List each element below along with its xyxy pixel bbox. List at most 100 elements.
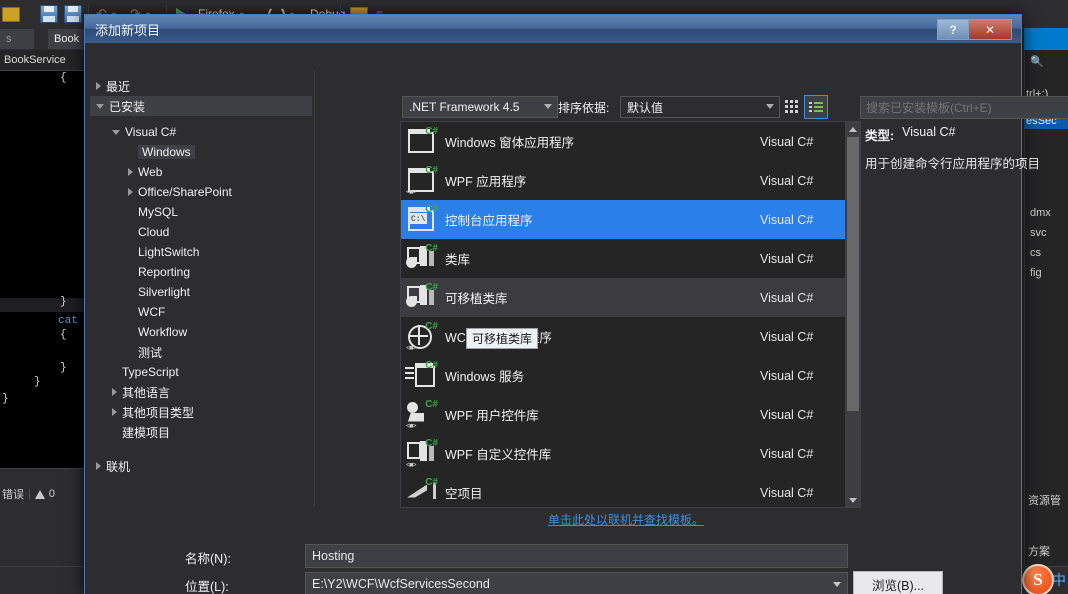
template-list[interactable]: C# Windows 窗体应用程序 Visual C# <■> C# WPF 应用程序 Vi…: [400, 121, 847, 508]
scroll-down-icon[interactable]: [846, 493, 860, 507]
sort-selector[interactable]: 默认值: [620, 96, 780, 118]
location-label: 位置(L):: [185, 580, 229, 594]
grid-view-icon[interactable]: [780, 95, 802, 117]
sort-value: 默认值: [627, 100, 664, 115]
template-list-scrollbar[interactable]: [845, 121, 861, 508]
template-row[interactable]: C# Windows 服务 Visual C#: [401, 356, 846, 395]
template-language: Visual C#: [760, 212, 814, 227]
chevron-right-icon[interactable]: [112, 388, 117, 396]
template-name: 空项目: [445, 487, 483, 501]
tree-item-label: Web: [138, 165, 163, 179]
project-location-input[interactable]: E:\Y2\WCF\WcfServicesSecond: [305, 572, 848, 594]
tree-item-2[interactable]: Visual C#: [90, 122, 312, 142]
chevron-down-icon[interactable]: [833, 582, 841, 587]
dialog-title-bar[interactable]: 添加新项目 ? ✕: [85, 15, 1021, 44]
dialog-body: 最近 已安装 Visual C# Windows Web Office/SharePoin…: [85, 43, 1068, 594]
template-row[interactable]: C# 类库 Visual C#: [401, 239, 846, 278]
tree-item-0[interactable]: 最近: [90, 76, 312, 96]
sort-label: 排序依据:: [558, 101, 610, 115]
tree-item-label: Cloud: [138, 225, 170, 239]
tree-item-7[interactable]: Cloud: [90, 222, 312, 242]
template-row[interactable]: C# 可移植类库 Visual C#: [401, 278, 846, 317]
tree-item-17[interactable]: 建模项目: [90, 422, 312, 442]
chevron-right-icon[interactable]: [96, 82, 101, 90]
search-box[interactable]: [860, 96, 1068, 119]
chevron-down-icon[interactable]: [96, 103, 104, 109]
chevron-right-icon[interactable]: [128, 188, 133, 196]
tree-item-label: 建模项目: [122, 425, 171, 440]
windows-service-icon: C#: [405, 360, 439, 392]
screen: ↶▾ ↷▾ Firefox▾ ▾ Debug▾ ≡ try { } cat { …: [0, 0, 1068, 594]
template-row[interactable]: C# 空项目 Visual C#: [401, 473, 846, 507]
ime-mode-indicator[interactable]: 中: [1052, 570, 1066, 590]
tree-item-10[interactable]: Silverlight: [90, 282, 312, 302]
solution-search-icon[interactable]: 🔍: [1030, 55, 1044, 68]
tree-item-12[interactable]: Workflow: [90, 322, 312, 342]
tree-item-14[interactable]: TypeScript: [90, 362, 312, 382]
tree-item-6[interactable]: MySQL: [90, 202, 312, 222]
tree-item-13[interactable]: 测试: [90, 342, 312, 362]
template-language: Visual C#: [760, 446, 814, 461]
save-icon[interactable]: [40, 0, 58, 28]
project-name-input[interactable]: Hosting: [305, 544, 848, 568]
chevron-down-icon[interactable]: [112, 129, 120, 135]
close-button[interactable]: ✕: [968, 19, 1012, 40]
add-new-project-dialog: 添加新项目 ? ✕ 最近 已安装 Visual C# Windows Web Office…: [84, 14, 1068, 594]
solution-explorer-header: [1024, 28, 1068, 50]
save-all-icon[interactable]: [64, 0, 82, 28]
code-token-brace5: }: [34, 376, 41, 388]
sogou-ime-icon[interactable]: S: [1022, 564, 1054, 594]
scrollbar-thumb[interactable]: [847, 137, 859, 411]
chevron-right-icon[interactable]: [96, 462, 101, 470]
template-name: WPF 应用程序: [445, 175, 527, 189]
chevron-right-icon[interactable]: [128, 168, 133, 176]
tree-item-label: Windows: [138, 145, 195, 159]
template-row[interactable]: C:\ C# 控制台应用程序 Visual C#: [401, 200, 846, 239]
browse-button[interactable]: 浏览(B)...: [853, 571, 943, 594]
template-language: Visual C#: [760, 134, 814, 149]
info-type-label: 类型:: [865, 129, 895, 143]
wpf-customcontrol-icon: <■> C#: [406, 437, 438, 469]
tree-item-9[interactable]: Reporting: [90, 262, 312, 282]
tree-item-label: 联机: [106, 459, 131, 474]
template-row[interactable]: <■> C# WPF 用户控件库 Visual C#: [401, 395, 846, 434]
tree-item-5[interactable]: Office/SharePoint: [90, 182, 312, 202]
template-language: Visual C#: [760, 251, 814, 266]
tree-item-18[interactable]: 联机: [90, 456, 312, 476]
online-templates-link[interactable]: 单击此处以联机并查找模板。: [548, 511, 704, 528]
open-folder-icon[interactable]: [2, 0, 20, 28]
tree-item-label: Silverlight: [138, 285, 191, 299]
template-language: Visual C#: [760, 329, 814, 344]
template-row[interactable]: <■> C# WPF 自定义控件库 Visual C#: [401, 434, 846, 473]
search-input[interactable]: [861, 97, 1064, 118]
tree-item-16[interactable]: 其他项目类型: [90, 402, 312, 422]
info-type-value: Visual C#: [902, 125, 956, 139]
error-list-status[interactable]: 错误 | 0: [0, 480, 97, 508]
editor-tab-prev[interactable]: s: [0, 29, 34, 49]
tree-item-15[interactable]: 其他语言: [90, 382, 312, 402]
template-row[interactable]: <■> C# WPF 应用程序 Visual C#: [401, 161, 846, 200]
help-button[interactable]: ?: [937, 19, 969, 40]
tree-item-4[interactable]: Web: [90, 162, 312, 182]
tree-item-11[interactable]: WCF: [90, 302, 312, 322]
category-tree[interactable]: 最近 已安装 Visual C# Windows Web Office/SharePoin…: [90, 76, 312, 506]
tree-item-1[interactable]: 已安装: [90, 96, 312, 116]
chevron-right-icon[interactable]: [112, 408, 117, 416]
tree-item-3[interactable]: Windows: [90, 142, 312, 162]
tree-item-label: Office/SharePoint: [138, 185, 232, 199]
framework-selector[interactable]: .NET Framework 4.5: [402, 96, 558, 118]
tree-item-label: 测试: [138, 345, 163, 360]
tree-item-8[interactable]: LightSwitch: [90, 242, 312, 262]
scroll-up-icon[interactable]: [846, 122, 860, 136]
tree-item-label: 其他语言: [122, 385, 171, 400]
template-language: Visual C#: [760, 407, 814, 422]
template-row[interactable]: C# Windows 窗体应用程序 Visual C#: [401, 122, 846, 161]
code-token-brace2: }: [60, 296, 67, 308]
list-view-icon[interactable]: [804, 95, 828, 119]
template-name: 类库: [445, 253, 471, 267]
solution-panel-label-2[interactable]: 方案: [1028, 543, 1050, 559]
